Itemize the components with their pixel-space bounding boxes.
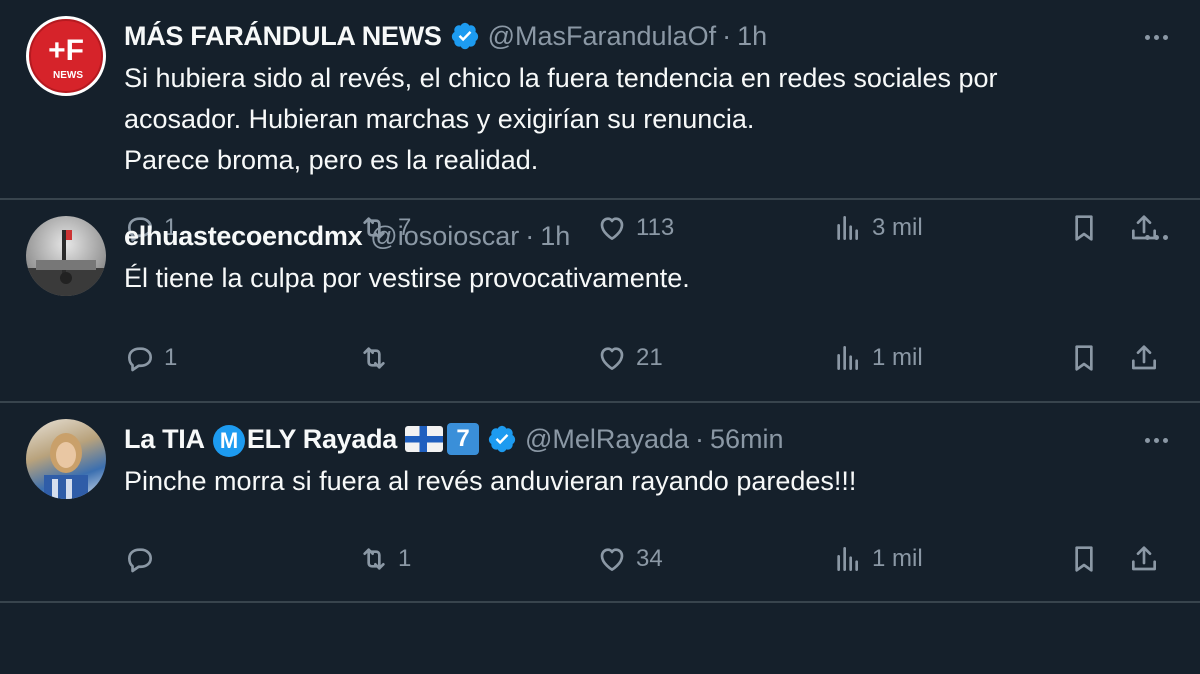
tweet-text: Si hubiera sido al revés, el chico la fu… [124, 58, 1140, 181]
views-button[interactable]: 1 mil [832, 539, 923, 579]
separator-dot: · [695, 424, 704, 454]
handle[interactable]: @iosoioscar [370, 216, 519, 256]
like-count: 21 [636, 344, 663, 371]
retweet-button[interactable]: 1 [358, 539, 411, 579]
mas-farandula-logo: +F NEWS [29, 19, 103, 93]
share-button[interactable] [1128, 338, 1160, 378]
tweet-header: MÁS FARÁNDULA NEWS @MasFarandulaOf · 1h [124, 16, 767, 56]
share-button[interactable] [1128, 539, 1160, 579]
retweet-icon [363, 347, 385, 369]
retweet-button[interactable] [358, 338, 398, 378]
analytics-icon [837, 547, 858, 571]
share-icon [1132, 345, 1156, 370]
display-name-part: ELY Rayada [246, 424, 398, 454]
more-options-icon[interactable] [1138, 22, 1174, 52]
bookmark-button[interactable] [1068, 539, 1100, 579]
heart-icon [600, 548, 624, 571]
tweet-text-line: Parece broma, pero es la realidad. [124, 145, 539, 175]
tweet-text-line: Él tiene la culpa por vestirse provocati… [124, 263, 690, 293]
bookmark-icon [1075, 546, 1093, 572]
views-button[interactable]: 1 mil [832, 338, 923, 378]
timestamp[interactable]: 56min [710, 419, 784, 459]
handle[interactable]: @MasFarandulaOf [488, 16, 717, 56]
handle[interactable]: @MelRayada [525, 419, 689, 459]
tweet-text-line: Pinche morra si fuera al revés anduviera… [124, 466, 857, 496]
share-icon [1132, 546, 1156, 571]
separator-dot: · [722, 21, 732, 51]
reply-icon [128, 548, 152, 573]
monterrey-emblem-icon: M [212, 425, 245, 457]
retweet-count: 1 [398, 545, 412, 572]
separator-dot: · [525, 221, 535, 251]
reply-button[interactable]: 1 [124, 338, 177, 378]
retweet-icon [363, 548, 385, 570]
avatar[interactable]: +F NEWS [26, 16, 106, 96]
more-options-icon[interactable] [1138, 425, 1174, 455]
avatar-photo [44, 433, 88, 499]
tweet-2[interactable]: elhuastecoencdmx @iosoioscar · 1h Él tie… [0, 200, 1200, 403]
svg-text:NEWS: NEWS [53, 70, 83, 81]
verified-badge-icon [451, 22, 478, 50]
like-button[interactable]: 34 [596, 539, 663, 579]
tweet-text: Él tiene la culpa por vestirse provocati… [124, 258, 1140, 299]
display-name[interactable]: La TIA M ELY Rayada [124, 419, 397, 459]
avatar[interactable] [26, 216, 106, 296]
display-name[interactable]: elhuastecoencdmx [124, 216, 363, 256]
like-count: 34 [636, 545, 663, 572]
action-bar: 1 21 1 mil [0, 338, 1200, 378]
view-count: 1 mil [872, 344, 923, 371]
like-button[interactable]: 21 [596, 338, 663, 378]
avatar-photo [26, 230, 106, 296]
svg-text:+F: +F [48, 34, 84, 67]
finland-flag-icon [405, 426, 444, 452]
heart-icon [600, 347, 624, 370]
view-count: 1 mil [872, 545, 923, 572]
tweet-header: La TIA M ELY Rayada 7 @MelRayada · 56min [124, 419, 784, 459]
analytics-icon [837, 346, 858, 370]
timestamp[interactable]: 1h [737, 16, 767, 56]
tweet-header: elhuastecoencdmx @iosoioscar · 1h [124, 216, 570, 256]
reply-icon [128, 347, 152, 372]
verified-badge-icon [488, 425, 516, 453]
display-name[interactable]: MÁS FARÁNDULA NEWS [124, 16, 442, 56]
bookmark-button[interactable] [1068, 338, 1100, 378]
tweet-3[interactable]: La TIA M ELY Rayada 7 @MelRayada · 56min … [0, 403, 1200, 603]
more-options-icon[interactable] [1138, 222, 1174, 252]
tweet-1[interactable]: +F NEWS MÁS FARÁNDULA NEWS @MasFarandula… [0, 0, 1200, 242]
tweet-text-line: acosador. Hubieran marchas y exigirían s… [124, 104, 755, 134]
reply-button[interactable] [124, 539, 164, 579]
keycap-seven-icon: 7 [447, 423, 480, 455]
avatar[interactable] [26, 419, 106, 499]
display-name-part: La TIA [124, 424, 211, 454]
timestamp[interactable]: 1h [540, 216, 570, 256]
reply-count: 1 [164, 344, 178, 371]
tweet-text: Pinche morra si fuera al revés anduviera… [124, 461, 1140, 502]
bookmark-icon [1075, 345, 1093, 371]
tweet-text-line: Si hubiera sido al revés, el chico la fu… [124, 63, 998, 93]
action-bar: 1 34 1 mil [0, 539, 1200, 579]
